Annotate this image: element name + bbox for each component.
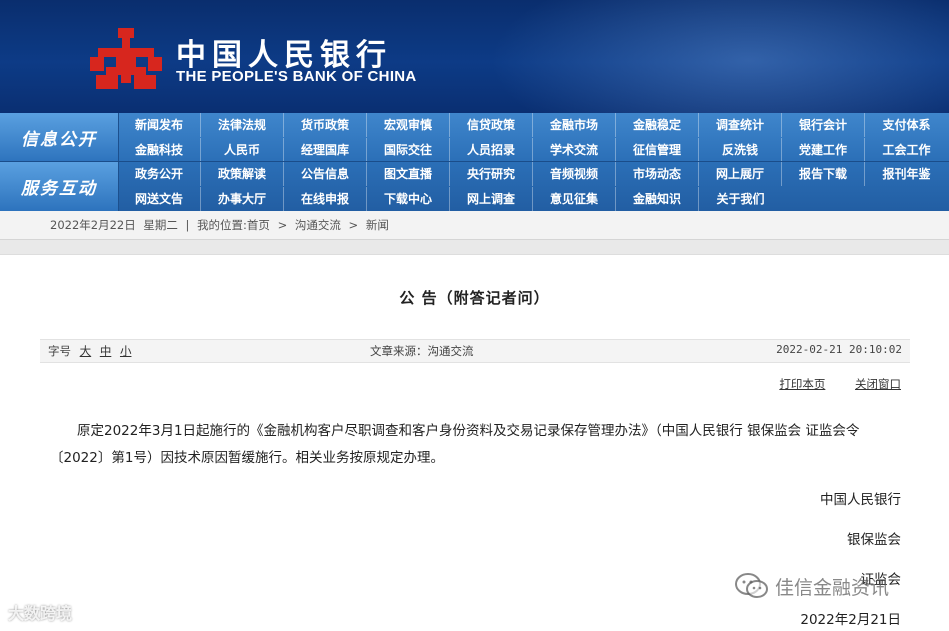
article-datetime: 2022-02-21 20:10:02 <box>776 343 902 356</box>
site-title-en: THE PEOPLE'S BANK OF CHINA <box>176 68 417 85</box>
nav-item[interactable]: 在线申报 <box>284 187 367 211</box>
nav-item[interactable]: 工会工作 <box>865 138 948 162</box>
nav-item[interactable]: 征信管理 <box>616 138 699 162</box>
nav-item[interactable]: 金融市场 <box>533 113 616 137</box>
article-title: 公 告（附答记者问） <box>399 289 550 307</box>
nav-item[interactable]: 政策解读 <box>201 162 284 186</box>
breadcrumb-home[interactable]: 我的位置:首页 <box>197 218 270 232</box>
signature-date: 2022年2月21日 <box>800 612 901 628</box>
signature-pboc: 中国人民银行 <box>820 492 901 508</box>
nav-item[interactable]: 调查统计 <box>699 113 782 137</box>
nav-item[interactable]: 党建工作 <box>782 138 865 162</box>
watermark-right-text: 佳信金融资讯 <box>775 576 890 599</box>
nav-item[interactable]: 人员招录 <box>450 138 533 162</box>
article-body: 原定2022年3月1日起施行的《金融机构客户尽职调查和客户身份资料及交易记录保存… <box>50 423 860 466</box>
current-date: 2022年2月22日 <box>50 218 136 232</box>
breadcrumb-communication[interactable]: 沟通交流 <box>295 218 341 232</box>
nav-item[interactable]: 图文直播 <box>367 162 450 186</box>
nav-item[interactable]: 音频视频 <box>533 162 616 186</box>
breadcrumb-bar: 2022年2月22日 星期二 | 我的位置:首页 > 沟通交流 > 新闻 <box>0 211 949 240</box>
article-actions: 打印本页 关闭窗口 <box>753 376 901 392</box>
nav-service-row1: 政务公开 政策解读 公告信息 图文直播 央行研究 音频视频 市场动态 网上展厅 … <box>118 162 948 186</box>
watermark-left: 大数跨境 <box>8 604 73 623</box>
breadcrumb-divider: | <box>185 218 190 232</box>
nav-item[interactable]: 人民币 <box>201 138 284 162</box>
nav-item[interactable]: 市场动态 <box>616 162 699 186</box>
nav-info-row2: 金融科技 人民币 经理国库 国际交往 人员招录 学术交流 征信管理 反洗钱 党建… <box>118 138 948 162</box>
nav-item[interactable]: 金融科技 <box>118 138 201 162</box>
wechat-icon <box>735 573 768 598</box>
signature-cbirc: 银保监会 <box>847 532 901 548</box>
font-size-label: 字号 <box>48 344 71 358</box>
nav-info-block: 信息公开 新闻发布 法律法规 货币政策 宏观审慎 信贷政策 金融市场 金融稳定 … <box>0 113 949 162</box>
pboc-logo-icon[interactable] <box>88 26 164 92</box>
nav-service-row2: 网送文告 办事大厅 在线申报 下载中心 网上调查 意见征集 金融知识 关于我们 <box>118 187 782 211</box>
nav-item[interactable]: 办事大厅 <box>201 187 284 211</box>
nav-item[interactable]: 报刊年鉴 <box>865 162 948 186</box>
nav-item[interactable]: 政务公开 <box>118 162 201 186</box>
nav-item[interactable]: 意见征集 <box>533 187 616 211</box>
font-size-large-link[interactable]: 大 <box>80 344 92 358</box>
nav-item[interactable]: 网上展厅 <box>699 162 782 186</box>
breadcrumb-separator: > <box>348 218 359 232</box>
font-size-medium-link[interactable]: 中 <box>100 344 112 358</box>
breadcrumb-separator: > <box>277 218 288 232</box>
nav-item[interactable]: 报告下载 <box>782 162 865 186</box>
nav-service-block: 服务互动 政务公开 政策解读 公告信息 图文直播 央行研究 音频视频 市场动态 … <box>0 162 949 211</box>
nav-item[interactable]: 网送文告 <box>118 187 201 211</box>
nav-item[interactable]: 反洗钱 <box>699 138 782 162</box>
nav-item[interactable]: 国际交往 <box>367 138 450 162</box>
nav-item[interactable]: 新闻发布 <box>118 113 201 137</box>
nav-item[interactable]: 网上调查 <box>450 187 533 211</box>
nav-item[interactable]: 信贷政策 <box>450 113 533 137</box>
nav-item[interactable]: 宏观审慎 <box>367 113 450 137</box>
main-nav: 信息公开 新闻发布 法律法规 货币政策 宏观审慎 信贷政策 金融市场 金融稳定 … <box>0 113 949 211</box>
nav-item[interactable]: 学术交流 <box>533 138 616 162</box>
breadcrumb: 2022年2月22日 星期二 | 我的位置:首页 > 沟通交流 > 新闻 <box>50 217 393 233</box>
nav-item[interactable]: 经理国库 <box>284 138 367 162</box>
nav-item[interactable]: 支付体系 <box>865 113 948 137</box>
header-glow <box>489 0 949 113</box>
nav-item[interactable]: 货币政策 <box>284 113 367 137</box>
close-window-link[interactable]: 关闭窗口 <box>855 377 901 391</box>
nav-item[interactable]: 央行研究 <box>450 162 533 186</box>
watermark-right: 佳信金融资讯 <box>735 572 889 600</box>
site-header: 中国人民银行 THE PEOPLE'S BANK OF CHINA <box>0 0 949 113</box>
nav-info-row1: 新闻发布 法律法规 货币政策 宏观审慎 信贷政策 金融市场 金融稳定 调查统计 … <box>118 113 948 137</box>
nav-item[interactable]: 金融稳定 <box>616 113 699 137</box>
nav-item[interactable]: 金融知识 <box>616 187 699 211</box>
print-link[interactable]: 打印本页 <box>779 377 825 391</box>
nav-info-label: 信息公开 <box>0 113 119 162</box>
nav-service-label: 服务互动 <box>0 162 119 211</box>
article-meta-bar: 字号 大 中 小 文章来源：沟通交流 2022-02-21 20:10:02 <box>40 339 910 363</box>
nav-item[interactable]: 法律法规 <box>201 113 284 137</box>
breadcrumb-news[interactable]: 新闻 <box>366 218 389 232</box>
font-size-controls: 字号 大 中 小 <box>48 343 131 359</box>
nav-item[interactable]: 关于我们 <box>699 187 782 211</box>
nav-item[interactable]: 下载中心 <box>367 187 450 211</box>
font-size-small-link[interactable]: 小 <box>120 344 132 358</box>
nav-item[interactable]: 公告信息 <box>284 162 367 186</box>
current-weekday: 星期二 <box>143 218 178 232</box>
article-source: 文章来源：沟通交流 <box>370 344 474 358</box>
nav-item[interactable]: 银行会计 <box>782 113 865 137</box>
